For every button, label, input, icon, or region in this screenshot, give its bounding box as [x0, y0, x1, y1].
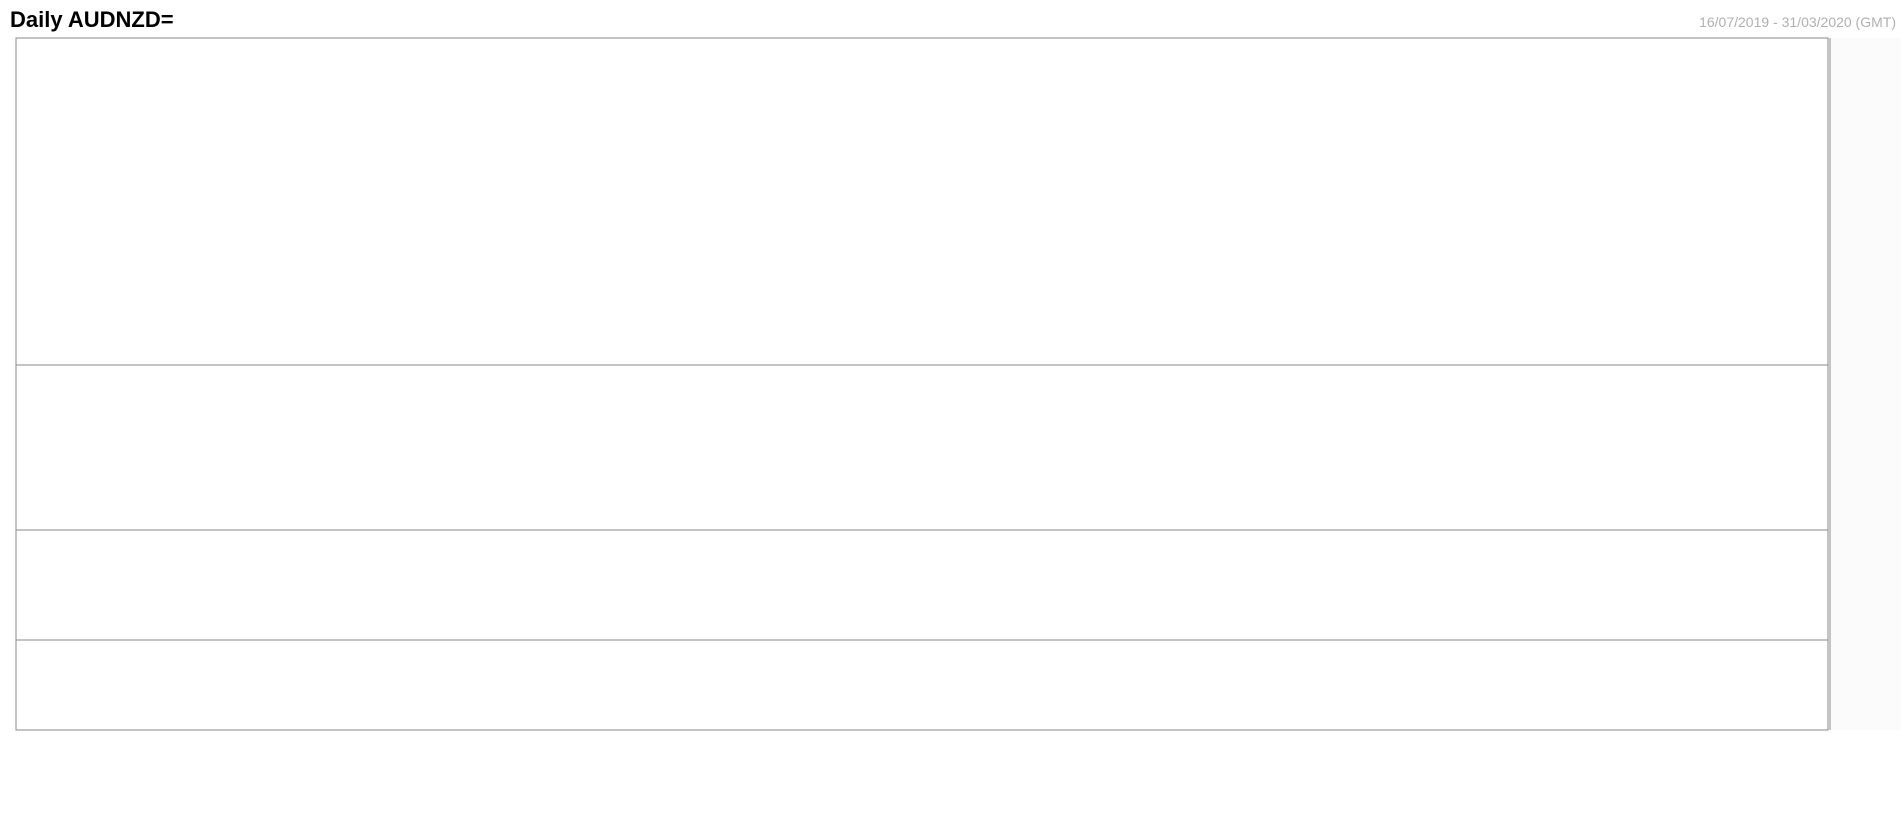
date-range-label: 16/07/2019 - 31/03/2020 (GMT)	[1699, 14, 1896, 30]
rsi-axis-area	[1831, 365, 1901, 530]
chart-background	[0, 38, 1903, 811]
macd-axis-area	[1831, 530, 1901, 640]
chart-title: Daily AUDNZD=	[10, 7, 174, 32]
stoch-axis-area	[1831, 640, 1901, 730]
chart-window: Daily AUDNZD= 16/07/2019 - 31/03/2020 (G…	[0, 0, 1903, 811]
price-axis-area	[1831, 38, 1901, 365]
chart-svg[interactable]: Daily AUDNZD= 16/07/2019 - 31/03/2020 (G…	[0, 0, 1903, 811]
